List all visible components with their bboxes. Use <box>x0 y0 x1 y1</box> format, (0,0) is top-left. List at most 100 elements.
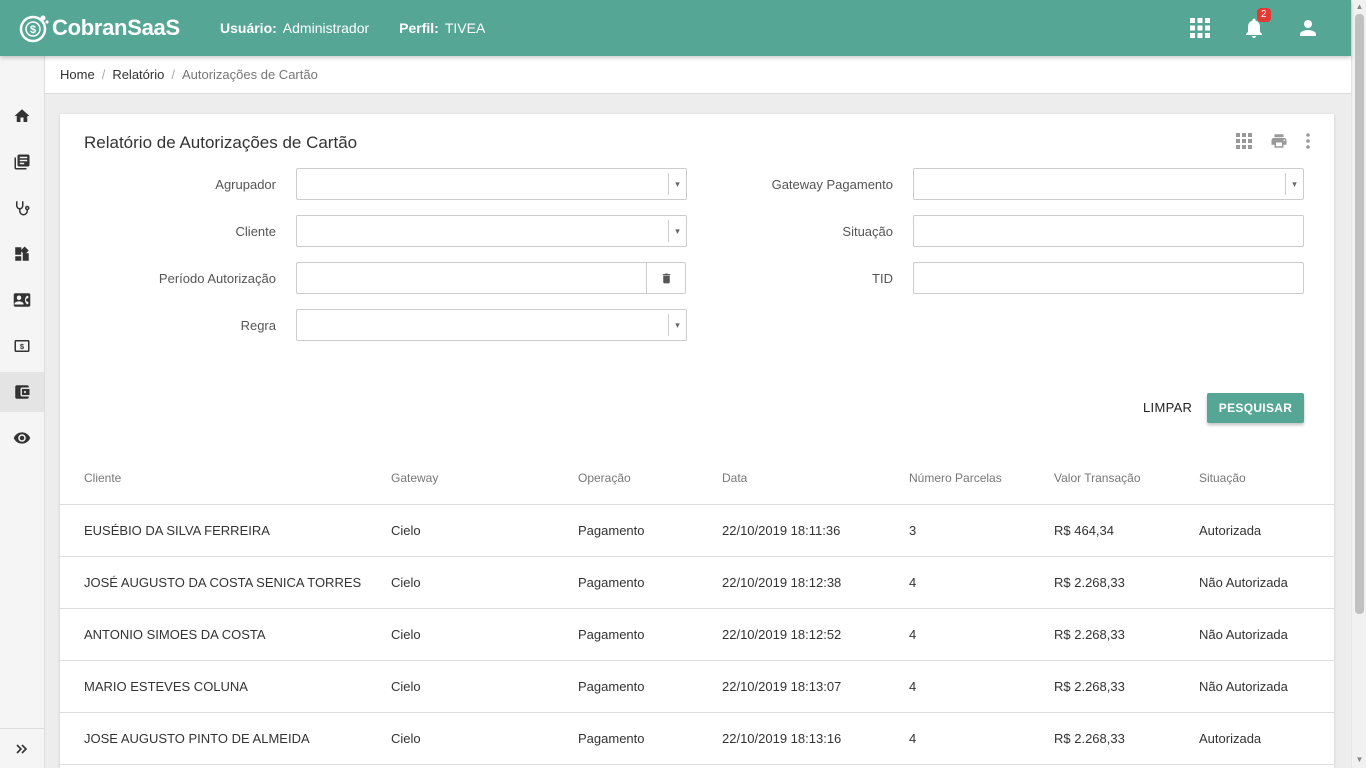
cell-situacao: Autorizada <box>1199 523 1262 538</box>
cell-data: 22/10/2019 18:12:38 <box>722 575 842 590</box>
situacao-input[interactable] <box>913 215 1304 247</box>
user-account-icon[interactable] <box>1296 16 1320 40</box>
breadcrumb-current: Autorizações de Cartão <box>181 67 318 82</box>
cell-cliente: JOSÉ AUGUSTO DA COSTA SENICA TORRES <box>84 575 362 590</box>
periodo-date-range-field[interactable] <box>296 262 686 294</box>
column-header-valor[interactable]: Valor Transação <box>1054 471 1141 485</box>
gateway-select[interactable]: ▾ <box>913 168 1304 200</box>
sidebar-item-home[interactable] <box>0 96 44 136</box>
app-logo[interactable]: $ CobranSaaS <box>18 10 180 46</box>
sidebar-expand-button[interactable] <box>0 728 44 768</box>
page-title: Relatório de Autorizações de Cartão <box>84 133 358 152</box>
table-row[interactable]: MARIO ESTEVES COLUNA Cielo Pagamento 22/… <box>60 661 1334 713</box>
cell-gateway: Cielo <box>391 731 421 746</box>
user-value: Administrador <box>282 20 370 36</box>
top-app-bar: $ CobranSaaS Usuário: Administrador Perf… <box>0 0 1351 56</box>
stethoscope-icon <box>16 201 30 216</box>
cell-parcelas: 4 <box>909 627 917 642</box>
periodo-label: Período Autorização <box>158 271 276 286</box>
cell-gateway: Cielo <box>391 679 421 694</box>
breadcrumb: Home / Relatório / Autorizações de Cartã… <box>45 56 1351 94</box>
sidebar-item-wallet[interactable] <box>0 372 44 412</box>
chevron-down-icon: ▾ <box>668 173 686 195</box>
sidebar-item-health[interactable] <box>0 188 44 228</box>
regra-label: Regra <box>240 318 276 333</box>
clear-period-button[interactable] <box>646 263 685 293</box>
column-header-cliente[interactable]: Cliente <box>84 471 121 485</box>
cell-operacao: Pagamento <box>578 731 645 746</box>
clear-button[interactable]: LIMPAR <box>1143 400 1192 415</box>
dashboard-icon <box>15 246 29 261</box>
table-row[interactable]: ANTONIO SIMOES DA COSTA Cielo Pagamento … <box>60 609 1334 661</box>
cell-parcelas: 4 <box>909 731 917 746</box>
cell-operacao: Pagamento <box>578 575 645 590</box>
scroll-thumb[interactable] <box>1355 14 1364 614</box>
scroll-down-arrow[interactable]: ▼ <box>1355 756 1364 764</box>
cell-valor: R$ 2.268,33 <box>1054 679 1125 694</box>
print-icon[interactable] <box>1269 132 1289 150</box>
cell-cliente: ANTONIO SIMOES DA COSTA <box>84 627 266 642</box>
cell-parcelas: 4 <box>909 679 917 694</box>
situacao-label: Situação <box>842 224 893 239</box>
agrupador-label: Agrupador <box>215 177 276 192</box>
breadcrumb-section[interactable]: Relatório <box>112 67 164 82</box>
page-scrollbar[interactable]: ▲ ▼ <box>1351 0 1366 768</box>
column-header-gateway[interactable]: Gateway <box>391 471 438 485</box>
sidebar-item-dashboard[interactable] <box>0 234 44 274</box>
sidebar-item-view[interactable] <box>0 418 44 458</box>
cell-situacao: Não Autorizada <box>1199 679 1288 694</box>
more-vertical-icon[interactable] <box>1300 132 1316 150</box>
columns-grid-icon[interactable] <box>1235 132 1253 150</box>
svg-text:$: $ <box>20 342 25 351</box>
cell-valor: R$ 464,34 <box>1054 523 1114 538</box>
cell-data: 22/10/2019 18:12:52 <box>722 627 842 642</box>
tid-input[interactable] <box>913 262 1304 294</box>
apps-grid-icon[interactable] <box>1189 17 1211 39</box>
table-row[interactable]: JOSÉ AUGUSTO DA COSTA SENICA TORRES Ciel… <box>60 557 1334 609</box>
cliente-select[interactable]: ▾ <box>296 215 687 247</box>
table-row[interactable]: JOSE AUGUSTO PINTO DE ALMEIDA Cielo Paga… <box>60 713 1334 765</box>
user-info: Usuário: Administrador Perfil: TIVEA <box>220 20 485 36</box>
regra-select[interactable]: ▾ <box>296 309 687 341</box>
cell-situacao: Autorizada <box>1199 731 1262 746</box>
eye-icon <box>13 432 31 444</box>
sidebar-item-finance[interactable]: $ <box>0 326 44 366</box>
cell-situacao: Não Autorizada <box>1199 627 1288 642</box>
app-name: CobranSaaS <box>52 15 180 40</box>
cell-operacao: Pagamento <box>578 523 645 538</box>
agrupador-select[interactable]: ▾ <box>296 168 687 200</box>
notification-count-badge: 2 <box>1257 8 1271 22</box>
contact-card-icon <box>13 293 31 307</box>
cell-parcelas: 4 <box>909 575 917 590</box>
cell-data: 22/10/2019 18:11:36 <box>722 523 841 538</box>
table-row[interactable]: EUSÉBIO DA SILVA FERREIRA Cielo Pagament… <box>60 505 1334 557</box>
sidebar-item-contacts[interactable] <box>0 280 44 320</box>
cell-operacao: Pagamento <box>578 627 645 642</box>
user-label: Usuário: <box>220 20 277 36</box>
column-header-parcelas[interactable]: Número Parcelas <box>909 471 1002 485</box>
tid-label: TID <box>872 271 893 286</box>
breadcrumb-separator: / <box>171 67 175 82</box>
chevron-down-icon: ▾ <box>668 314 686 336</box>
cell-gateway: Cielo <box>391 627 421 642</box>
search-button[interactable]: PESQUISAR <box>1207 393 1304 423</box>
profile-label: Perfil: <box>399 20 439 36</box>
library-icon <box>14 154 30 170</box>
cell-cliente: JOSE AUGUSTO PINTO DE ALMEIDA <box>84 731 310 746</box>
trash-icon <box>662 273 670 283</box>
cell-situacao: Não Autorizada <box>1199 575 1288 590</box>
chevron-down-icon: ▾ <box>1285 173 1303 195</box>
sidebar-item-library[interactable] <box>0 142 44 182</box>
column-header-situacao[interactable]: Situação <box>1199 471 1246 485</box>
cell-data: 22/10/2019 18:13:07 <box>722 679 842 694</box>
column-header-data[interactable]: Data <box>722 471 747 485</box>
scroll-up-arrow[interactable]: ▲ <box>1355 3 1364 11</box>
breadcrumb-home[interactable]: Home <box>60 67 95 82</box>
cliente-label: Cliente <box>235 224 276 239</box>
wallet-icon <box>15 385 30 399</box>
logo-icon: $ <box>19 15 49 43</box>
column-header-operacao[interactable]: Operação <box>578 471 631 485</box>
cell-valor: R$ 2.268,33 <box>1054 731 1125 746</box>
cell-cliente: EUSÉBIO DA SILVA FERREIRA <box>84 523 270 538</box>
chevrons-right-icon <box>16 743 28 754</box>
